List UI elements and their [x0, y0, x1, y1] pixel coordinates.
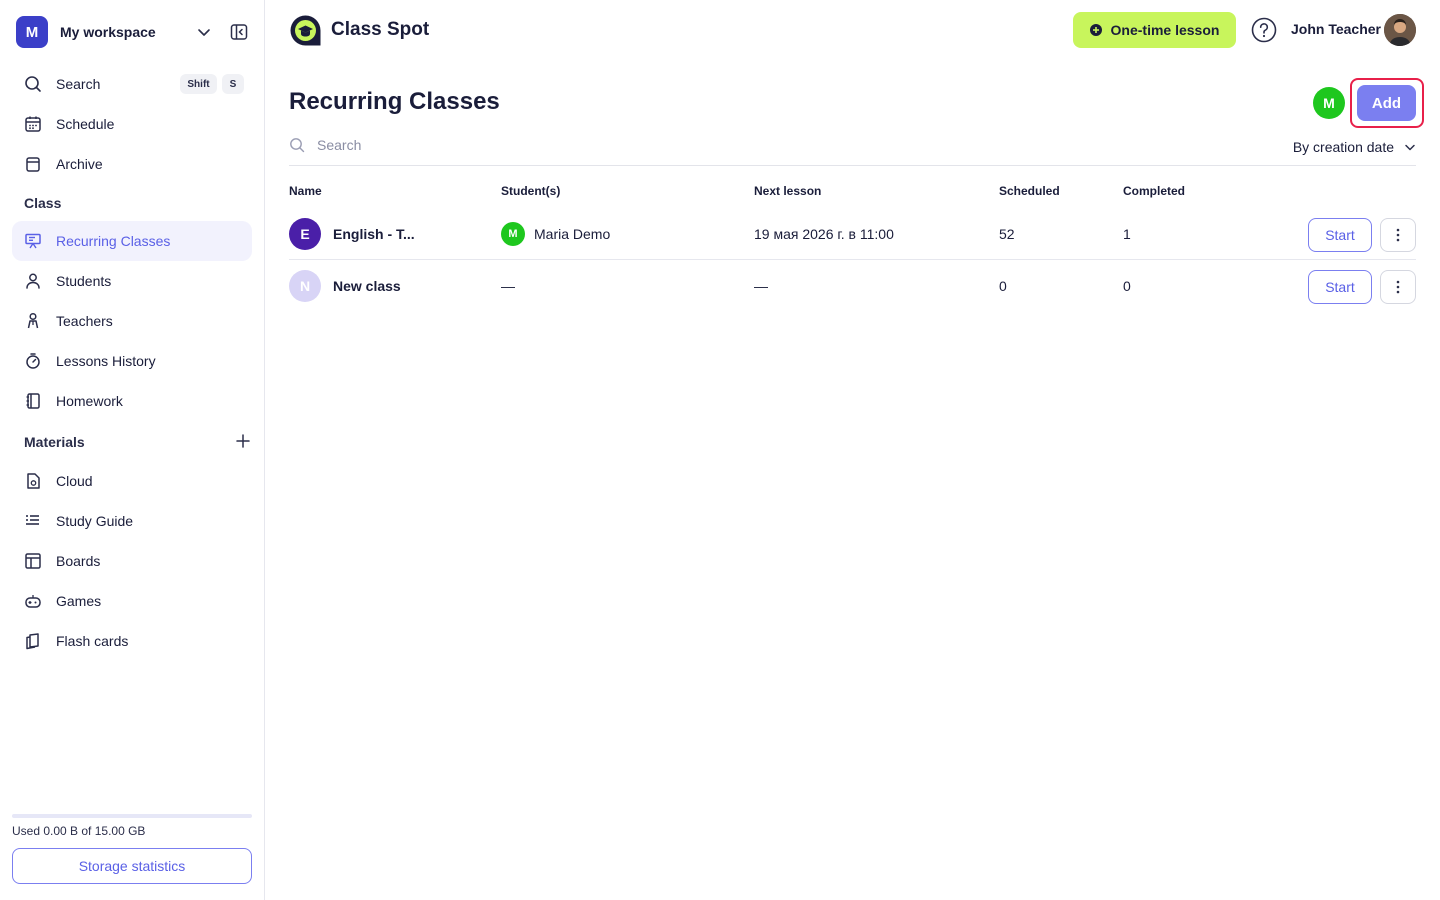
sidebar-item-label: Search	[56, 76, 101, 92]
search-input[interactable]	[317, 134, 817, 156]
sidebar-item-label: Homework	[56, 393, 123, 409]
section-header-materials: Materials	[24, 434, 85, 450]
class-avatar: E	[289, 218, 321, 250]
scheduled-cell: 0	[999, 278, 1007, 294]
class-name-cell: E English - T...	[289, 208, 415, 260]
shortcut-key-shift: Shift	[180, 74, 217, 94]
storage-usage-text: Used 0.00 B of 15.00 GB	[12, 824, 146, 838]
class-name[interactable]: New class	[333, 278, 401, 294]
stopwatch-icon	[24, 352, 42, 370]
student-avatar: M	[501, 222, 525, 246]
student-name[interactable]: Maria Demo	[534, 226, 610, 242]
workspace-switcher[interactable]: M My workspace	[16, 16, 249, 48]
sidebar: M My workspace Search Shift S Schedule A…	[0, 0, 265, 900]
sidebar-item-archive[interactable]: Archive	[12, 144, 252, 184]
one-time-lesson-button[interactable]: One-time lesson	[1073, 12, 1236, 48]
chevron-down-icon	[1405, 144, 1415, 151]
gamepad-icon	[24, 592, 42, 610]
start-button[interactable]: Start	[1308, 270, 1372, 304]
column-header-students[interactable]: Student(s)	[501, 184, 560, 198]
brand-name: Class Spot	[331, 19, 430, 40]
cards-icon	[24, 632, 42, 650]
class-avatar: N	[289, 270, 321, 302]
archive-icon	[24, 155, 42, 173]
sidebar-item-flash-cards[interactable]: Flash cards	[12, 621, 252, 661]
list-icon	[24, 512, 42, 530]
search-icon	[24, 75, 42, 93]
user-name[interactable]: John Teacher	[1291, 21, 1381, 37]
sidebar-item-students[interactable]: Students	[12, 261, 252, 301]
class-name-cell: N New class	[289, 260, 401, 312]
teacher-icon	[24, 312, 42, 330]
sidebar-item-label: Students	[56, 273, 112, 289]
completed-cell: 1	[1123, 226, 1131, 242]
user-avatar[interactable]	[1384, 14, 1416, 46]
one-time-lesson-label: One-time lesson	[1110, 22, 1220, 38]
storage-statistics-button[interactable]: Storage statistics	[12, 848, 252, 884]
sidebar-item-study-guide[interactable]: Study Guide	[12, 501, 252, 541]
workspace-name: My workspace	[60, 24, 156, 40]
calendar-icon	[24, 115, 42, 133]
section-header-class: Class	[24, 195, 62, 211]
sidebar-item-label: Games	[56, 593, 102, 609]
shortcut-key-s: S	[222, 74, 244, 94]
sidebar-item-games[interactable]: Games	[12, 581, 252, 621]
scheduled-cell: 52	[999, 226, 1015, 242]
collapse-sidebar-icon[interactable]	[230, 23, 248, 41]
add-material-icon[interactable]	[235, 433, 251, 449]
sort-dropdown[interactable]: By creation date	[1293, 139, 1416, 155]
storage-usage-bar	[12, 814, 252, 818]
workspace-avatar: M	[16, 16, 48, 48]
search-bar: By creation date	[289, 128, 1416, 166]
sidebar-item-search[interactable]: Search Shift S	[12, 64, 252, 104]
sidebar-item-label: Boards	[56, 553, 101, 569]
chevron-down-icon[interactable]	[196, 24, 212, 40]
more-options-button[interactable]	[1380, 270, 1416, 304]
sidebar-item-cloud[interactable]: Cloud	[12, 461, 252, 501]
next-lesson-cell: —	[754, 278, 768, 294]
students-cell: M Maria Demo	[501, 208, 610, 260]
more-vertical-icon	[1396, 280, 1400, 294]
sidebar-item-homework[interactable]: Homework	[12, 381, 252, 421]
column-header-next-lesson[interactable]: Next lesson	[754, 184, 821, 198]
sidebar-item-label: Cloud	[56, 473, 93, 489]
sidebar-item-recurring-classes[interactable]: Recurring Classes	[12, 221, 252, 261]
sidebar-item-boards[interactable]: Boards	[12, 541, 252, 581]
column-header-name[interactable]: Name	[289, 184, 322, 198]
completed-cell: 0	[1123, 278, 1131, 294]
table-row[interactable]: E English - T... M Maria Demo 19 мая 202…	[289, 208, 1416, 260]
search-icon	[290, 138, 305, 153]
students-cell: —	[501, 278, 515, 294]
more-options-button[interactable]	[1380, 218, 1416, 252]
sidebar-item-lessons-history[interactable]: Lessons History	[12, 341, 252, 381]
more-vertical-icon	[1396, 228, 1400, 242]
sidebar-item-teachers[interactable]: Teachers	[12, 301, 252, 341]
help-icon[interactable]	[1251, 17, 1277, 43]
column-header-scheduled[interactable]: Scheduled	[999, 184, 1060, 198]
next-lesson-cell: 19 мая 2026 г. в 11:00	[754, 226, 894, 242]
start-button[interactable]: Start	[1308, 218, 1372, 252]
sidebar-item-label: Schedule	[56, 116, 115, 132]
sidebar-item-label: Study Guide	[56, 513, 134, 529]
table-row[interactable]: N New class — — 0 0 Start	[289, 260, 1416, 312]
sidebar-item-label: Lessons History	[56, 353, 156, 369]
page-title: Recurring Classes	[289, 88, 500, 115]
class-spot-logo	[290, 15, 321, 46]
file-icon	[24, 472, 42, 490]
class-name[interactable]: English - T...	[333, 226, 415, 242]
sidebar-item-label: Recurring Classes	[56, 233, 171, 249]
sidebar-item-label: Teachers	[56, 313, 113, 329]
column-header-completed[interactable]: Completed	[1123, 184, 1185, 198]
sidebar-item-label: Flash cards	[56, 633, 129, 649]
sidebar-item-schedule[interactable]: Schedule	[12, 104, 252, 144]
plus-circle-icon	[1089, 24, 1102, 36]
member-avatar[interactable]: M	[1313, 87, 1345, 119]
notebook-icon	[24, 392, 42, 410]
presentation-icon	[24, 232, 42, 250]
sort-label: By creation date	[1292, 139, 1394, 155]
sidebar-item-label: Archive	[56, 156, 103, 172]
add-class-button[interactable]: Add	[1357, 85, 1416, 121]
user-icon	[24, 272, 42, 290]
board-icon	[24, 552, 42, 570]
